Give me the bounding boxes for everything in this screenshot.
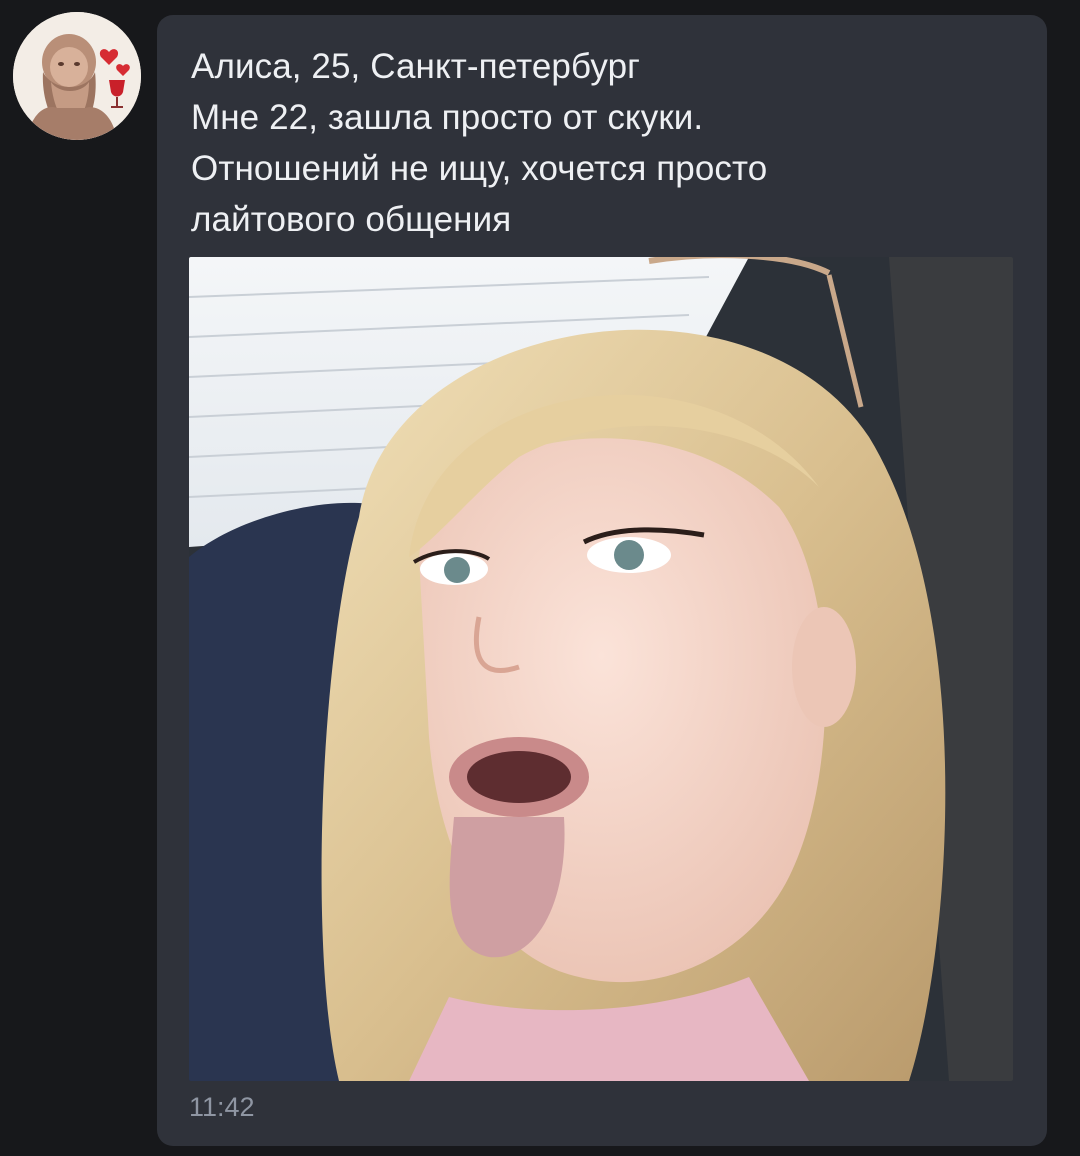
message-text: Алиса, 25, Санкт-петербург Мне 22, зашла… bbox=[191, 41, 1011, 245]
message-line: Алиса, 25, Санкт-петербург bbox=[191, 47, 641, 86]
sender-avatar[interactable] bbox=[13, 12, 141, 140]
chat-screen: Алиса, 25, Санкт-петербург Мне 22, зашла… bbox=[0, 0, 1080, 1156]
selfie-photo-image bbox=[189, 257, 1013, 1081]
message-bubble[interactable]: Алиса, 25, Санкт-петербург Мне 22, зашла… bbox=[157, 15, 1047, 1146]
message-timestamp: 11:42 bbox=[189, 1092, 255, 1122]
message-line: лайтового общения bbox=[191, 200, 512, 239]
bearded-man-avatar-icon bbox=[13, 12, 141, 140]
message-line: Отношений не ищу, хочется просто bbox=[191, 149, 768, 188]
attached-photo[interactable] bbox=[189, 257, 1013, 1081]
message-line: Мне 22, зашла просто от скуки. bbox=[191, 98, 704, 137]
